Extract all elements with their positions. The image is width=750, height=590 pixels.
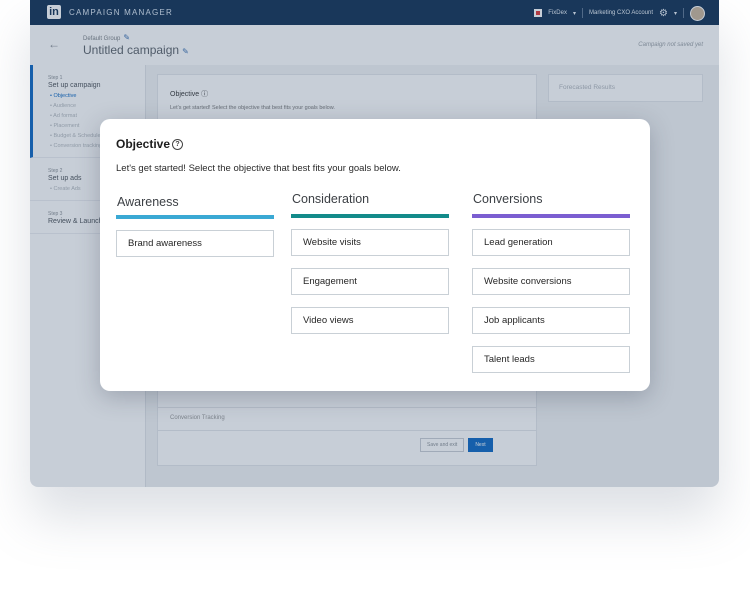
modal-title: Objective: [116, 137, 171, 151]
option-talent-leads[interactable]: Talent leads: [472, 346, 630, 373]
help-icon[interactable]: ?: [172, 139, 183, 150]
column-heading-conversions: Conversions: [473, 192, 543, 206]
column-heading-awareness: Awareness: [117, 195, 179, 209]
awareness-color-bar: [116, 215, 274, 219]
option-engagement[interactable]: Engagement: [291, 268, 449, 295]
consideration-column: Consideration Website visits Engagement …: [291, 189, 449, 346]
option-job-applicants[interactable]: Job applicants: [472, 307, 630, 334]
consideration-color-bar: [291, 214, 449, 218]
column-heading-consideration: Consideration: [292, 192, 370, 206]
awareness-column: Awareness Brand awareness: [116, 189, 274, 269]
conversions-color-bar: [472, 214, 630, 218]
option-website-visits[interactable]: Website visits: [291, 229, 449, 256]
modal-description: Let's get started! Select the objective …: [116, 163, 401, 174]
option-lead-generation[interactable]: Lead generation: [472, 229, 630, 256]
objective-modal: Objective ? Let's get started! Select th…: [100, 119, 650, 391]
option-video-views[interactable]: Video views: [291, 307, 449, 334]
option-brand-awareness[interactable]: Brand awareness: [116, 230, 274, 257]
option-website-conversions[interactable]: Website conversions: [472, 268, 630, 295]
conversions-column: Conversions Lead generation Website conv…: [472, 189, 630, 385]
